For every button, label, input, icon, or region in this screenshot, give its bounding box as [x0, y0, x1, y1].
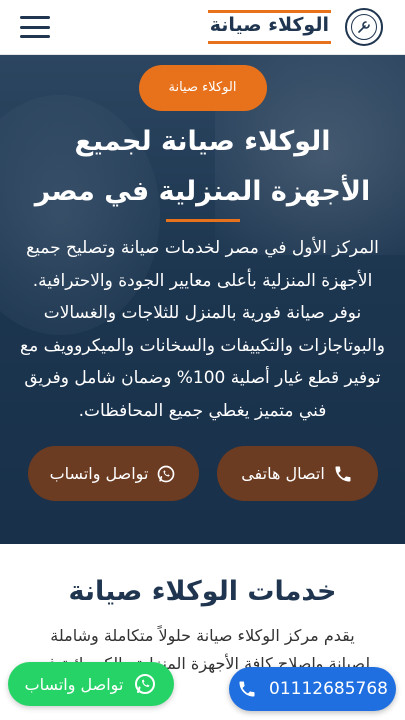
site-header: الوكلاء صيانة: [0, 0, 405, 55]
brand[interactable]: الوكلاء صيانة: [207, 8, 383, 46]
hero-section: الوكلاء صيانة الوكلاء صيانة لجميع الأجهز…: [0, 55, 405, 544]
call-button[interactable]: اتصال هاتفى: [216, 446, 378, 501]
hero-title-line1: الوكلاء صيانة لجميع: [74, 126, 331, 157]
hero-title-line2: الأجهزة المنزلية في مصر: [34, 176, 371, 207]
whatsapp-icon: [158, 465, 175, 482]
hamburger-menu-icon[interactable]: [20, 16, 50, 38]
whatsapp-icon: [135, 674, 156, 694]
brand-name[interactable]: الوكلاء صيانة: [207, 9, 331, 45]
wrench-icon: [358, 21, 370, 33]
title-underline: [165, 219, 240, 222]
floating-phone-number: 01112685768: [269, 679, 388, 699]
phone-icon: [335, 466, 351, 481]
hero-title: الوكلاء صيانة لجميع الأجهزة المنزلية في …: [0, 117, 405, 217]
logo-badge-icon[interactable]: [345, 8, 383, 46]
whatsapp-button-label: تواصل واتساب: [49, 464, 149, 483]
hero-actions: اتصال هاتفى تواصل واتساب: [0, 446, 405, 501]
hero-badge: الوكلاء صيانة: [138, 65, 267, 111]
floating-whatsapp-label: تواصل واتساب: [24, 674, 124, 694]
floating-whatsapp-button[interactable]: تواصل واتساب: [8, 662, 174, 706]
phone-icon: [239, 681, 255, 697]
services-title: خدمات الوكلاء صيانة: [68, 576, 337, 607]
floating-call-button[interactable]: 01112685768: [229, 667, 396, 711]
hero-description: المركز الأول في مصر لخدمات صيانة وتصليح …: [20, 238, 385, 421]
whatsapp-button[interactable]: تواصل واتساب: [27, 446, 199, 501]
call-button-label: اتصال هاتفى: [241, 464, 325, 483]
